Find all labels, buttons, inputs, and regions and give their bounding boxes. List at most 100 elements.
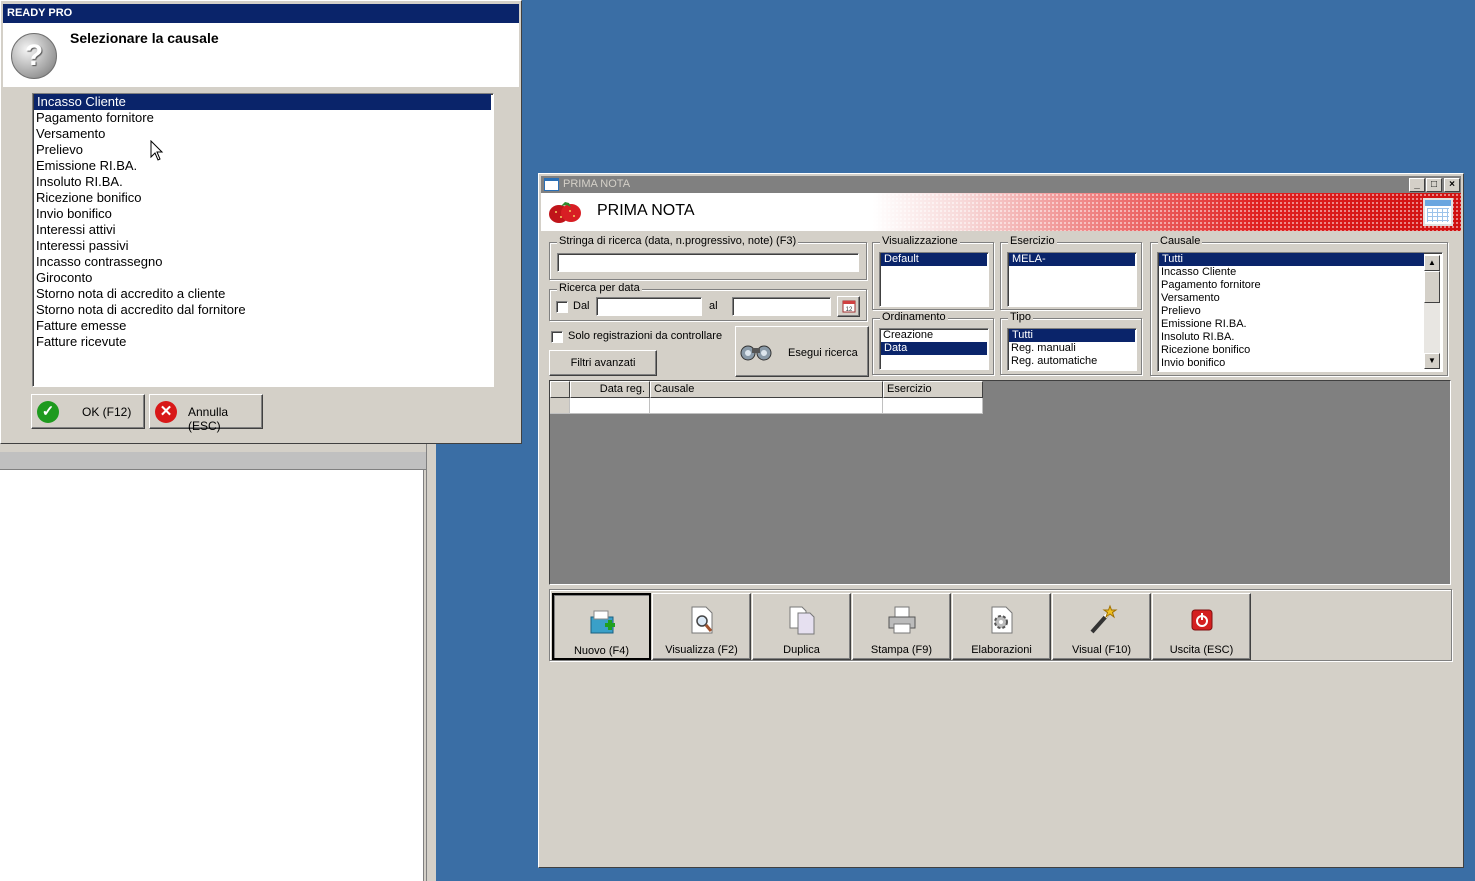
- grid-cell[interactable]: [883, 398, 983, 414]
- list-item[interactable]: Ricezione bonifico: [1158, 344, 1424, 357]
- list-item[interactable]: Storno nota di accredito dal fornitore: [33, 302, 493, 318]
- ok-button[interactable]: ✓ OK (F12): [31, 394, 145, 429]
- causale-filter-listbox[interactable]: Tutti Incasso Cliente Pagamento fornitore V…: [1157, 252, 1443, 372]
- list-item[interactable]: Emissione RI.BA.: [1158, 318, 1424, 331]
- list-item[interactable]: Prelievo: [33, 142, 493, 158]
- list-item[interactable]: Interessi passivi: [33, 238, 493, 254]
- magic-wand-icon: [1086, 604, 1118, 636]
- grid-header: Data reg. Causale Esercizio: [550, 381, 983, 398]
- list-item[interactable]: Tutti: [1009, 329, 1135, 342]
- ordinamento-group: Ordinamento Creazione Data: [872, 311, 994, 375]
- maximize-button[interactable]: □: [1426, 178, 1442, 192]
- nuovo-f4-button[interactable]: Nuovo (F4): [552, 593, 651, 660]
- list-item[interactable]: Incasso contrassegno: [33, 254, 493, 270]
- stampa-f9-button[interactable]: Stampa (F9): [852, 593, 951, 660]
- elaborazioni-button[interactable]: Elaborazioni: [952, 593, 1051, 660]
- advanced-filters-button[interactable]: Filtri avanzati: [549, 350, 657, 376]
- calendar-small-icon: 12: [842, 300, 855, 313]
- new-record-icon: [587, 605, 619, 637]
- list-item[interactable]: Giroconto: [33, 270, 493, 286]
- list-item[interactable]: Incasso Cliente: [34, 94, 491, 110]
- date-to-label: al: [709, 300, 718, 312]
- visual-f10-button[interactable]: Visual (F10): [1052, 593, 1151, 660]
- list-item[interactable]: Invio bonifico: [1158, 357, 1424, 370]
- list-item[interactable]: Ricezione bonifico: [33, 190, 493, 206]
- visualizzazione-label: Visualizzazione: [880, 235, 960, 247]
- grid-column-header[interactable]: [550, 381, 570, 398]
- causale-listbox[interactable]: Incasso Cliente Pagamento fornitore Versam…: [32, 93, 494, 387]
- date-picker-button[interactable]: 12: [837, 296, 860, 317]
- date-to-input[interactable]: [732, 297, 831, 316]
- background-window: [0, 440, 436, 881]
- causale-scrollbar[interactable]: ▲ ▼: [1424, 255, 1440, 369]
- list-item[interactable]: Versamento: [1158, 292, 1424, 305]
- esercizio-listbox[interactable]: MELA-: [1007, 252, 1137, 307]
- select-causale-dialog: READY PRO ? Selezionare la causale Incas…: [0, 0, 522, 444]
- dialog-title: READY PRO: [3, 4, 519, 23]
- close-button[interactable]: ×: [1444, 178, 1460, 192]
- grid-cell[interactable]: [570, 398, 650, 414]
- processing-icon: [986, 604, 1018, 636]
- list-item[interactable]: Pagamento fornitore: [1158, 279, 1424, 292]
- grid-column-header[interactable]: Causale: [650, 381, 883, 398]
- list-item[interactable]: Reg. automatiche: [1008, 355, 1136, 368]
- tipo-listbox[interactable]: Tutti Reg. manuali Reg. automatiche: [1007, 328, 1137, 371]
- prima-nota-window-title: PRIMA NOTA: [563, 178, 631, 190]
- list-item[interactable]: Pagamento fornitore: [33, 110, 493, 126]
- toolbar-button-label: Stampa (F9): [870, 644, 933, 656]
- run-search-button[interactable]: Esegui ricerca: [735, 326, 869, 377]
- list-item[interactable]: Tutti: [1159, 253, 1424, 266]
- uscita-esc-button[interactable]: Uscita (ESC): [1152, 593, 1251, 660]
- date-search-group: Ricerca per data Dal al 12: [549, 282, 867, 321]
- list-item[interactable]: Insoluto RI.BA.: [1158, 331, 1424, 344]
- prima-nota-titlebar: PRIMA NOTA _ □ ×: [541, 176, 1461, 193]
- scroll-up-arrow-icon[interactable]: ▲: [1424, 255, 1440, 271]
- calendar-icon[interactable]: [1423, 198, 1453, 226]
- records-grid[interactable]: Data reg. Causale Esercizio: [549, 380, 1451, 585]
- duplica-button[interactable]: Duplica: [752, 593, 851, 660]
- search-input[interactable]: [557, 253, 859, 272]
- svg-text:12: 12: [845, 307, 852, 313]
- scroll-thumb[interactable]: [1424, 271, 1440, 303]
- list-item[interactable]: Emissione RI.BA.: [33, 158, 493, 174]
- list-item[interactable]: Reg. manuali: [1008, 342, 1136, 355]
- list-item[interactable]: Fatture ricevute: [33, 334, 493, 350]
- cancel-x-icon: ✕: [155, 401, 177, 423]
- cancel-button[interactable]: ✕ Annulla (ESC): [149, 394, 263, 433]
- list-item[interactable]: Invio bonifico: [33, 206, 493, 222]
- list-item[interactable]: Creazione: [880, 329, 988, 342]
- banner-title: PRIMA NOTA: [597, 202, 695, 219]
- only-to-check-checkbox[interactable]: [551, 331, 563, 343]
- list-item[interactable]: Default: [881, 253, 987, 266]
- bottom-toolbar: Nuovo (F4) Visualizza (F2) Duplica Stampa (…: [549, 589, 1452, 661]
- visualizzazione-listbox[interactable]: Default: [879, 252, 989, 307]
- date-from-input[interactable]: [596, 297, 702, 316]
- list-item[interactable]: MELA-: [1009, 253, 1135, 266]
- cancel-button-label: Annulla (ESC): [188, 405, 229, 433]
- grid-column-header[interactable]: Esercizio: [883, 381, 983, 398]
- table-row[interactable]: [550, 398, 983, 414]
- visualizza-f2-button[interactable]: Visualizza (F2): [652, 593, 751, 660]
- list-item[interactable]: Prelievo: [1158, 305, 1424, 318]
- list-item[interactable]: Fatture emesse: [33, 318, 493, 334]
- list-item[interactable]: Data: [881, 342, 987, 355]
- list-item[interactable]: Interessi attivi: [33, 222, 493, 238]
- toolbar-button-label: Nuovo (F4): [573, 645, 630, 657]
- date-from-checkbox[interactable]: [556, 301, 568, 313]
- ordinamento-label: Ordinamento: [880, 311, 948, 323]
- run-search-label: Esegui ricerca: [788, 347, 858, 359]
- list-item[interactable]: Insoluto RI.BA.: [33, 174, 493, 190]
- scroll-down-arrow-icon[interactable]: ▼: [1424, 353, 1440, 369]
- minimize-button[interactable]: _: [1409, 178, 1425, 192]
- ordinamento-listbox[interactable]: Creazione Data: [879, 328, 989, 370]
- grid-cell[interactable]: [550, 398, 570, 414]
- prima-nota-window: PRIMA NOTA _ □ × PRIMA NOTA Stringa di r…: [538, 173, 1464, 868]
- list-item[interactable]: Incasso Cliente: [1158, 266, 1424, 279]
- list-item[interactable]: Storno nota di accredito a cliente: [33, 286, 493, 302]
- list-item[interactable]: Versamento: [33, 126, 493, 142]
- background-window-edge: [426, 440, 436, 881]
- printer-icon: [886, 604, 918, 636]
- strawberry-icon: [549, 202, 581, 223]
- grid-cell[interactable]: [650, 398, 883, 414]
- grid-column-header[interactable]: Data reg.: [570, 381, 650, 398]
